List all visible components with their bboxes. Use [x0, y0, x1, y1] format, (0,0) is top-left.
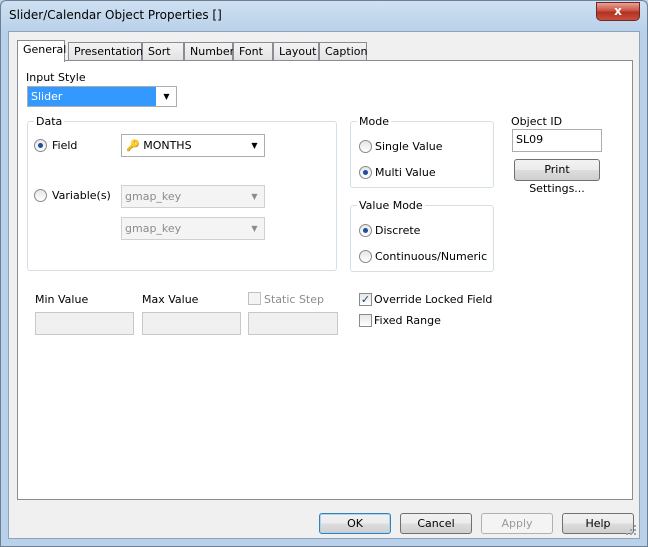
- single-value-label: Single Value: [375, 140, 443, 153]
- tab-layout[interactable]: Layout: [273, 42, 319, 61]
- chevron-down-icon: ▼: [163, 92, 170, 101]
- single-value-radio[interactable]: [359, 140, 372, 153]
- input-style-select[interactable]: Slider ▼: [27, 86, 177, 107]
- field-value: MONTHS: [143, 139, 192, 152]
- resize-grip-icon[interactable]: [625, 524, 637, 536]
- tab-number[interactable]: Number: [184, 42, 234, 61]
- input-style-value: Slider: [28, 87, 156, 106]
- variable2-select[interactable]: gmap_key ▼: [121, 217, 265, 240]
- static-step-label: Static Step: [264, 293, 324, 306]
- static-step-checkbox[interactable]: [248, 292, 261, 305]
- cancel-button[interactable]: Cancel: [400, 513, 472, 534]
- close-icon: x: [614, 4, 622, 18]
- discrete-radio[interactable]: [359, 224, 372, 237]
- fixed-range-checkbox[interactable]: [359, 314, 372, 327]
- tab-presentation[interactable]: Presentation: [68, 42, 143, 61]
- tab-sort[interactable]: Sort: [142, 42, 184, 61]
- multi-value-radio[interactable]: [359, 166, 372, 179]
- tab-general[interactable]: General: [17, 40, 66, 62]
- tab-font[interactable]: Font: [233, 42, 273, 61]
- window-title: Slider/Calendar Object Properties []: [9, 8, 222, 22]
- override-locked-field-label: Override Locked Field: [374, 293, 493, 306]
- fixed-range-label: Fixed Range: [374, 314, 441, 327]
- min-value-label: Min Value: [35, 293, 89, 306]
- continuous-numeric-radio[interactable]: [359, 250, 372, 263]
- chevron-down-icon: ▼: [251, 141, 258, 150]
- object-id-value: SL09: [516, 133, 544, 146]
- max-value-label: Max Value: [142, 293, 199, 306]
- value-mode-group-title: Value Mode: [357, 199, 425, 212]
- general-tab-panel: Input Style Slider ▼ Data Field 🔑 MONTHS…: [17, 60, 633, 500]
- variable1-select[interactable]: gmap_key ▼: [121, 185, 265, 208]
- discrete-label: Discrete: [375, 224, 421, 237]
- field-label: Field: [52, 139, 78, 152]
- key-icon: 🔑: [126, 139, 140, 152]
- multi-value-label: Multi Value: [375, 166, 436, 179]
- value-mode-group: Value Mode Discrete Continuous/Numeric: [350, 199, 494, 272]
- variables-radio[interactable]: [34, 189, 47, 202]
- static-step-input[interactable]: [248, 312, 338, 335]
- object-id-label: Object ID: [511, 115, 563, 128]
- dialog-window: Slider/Calendar Object Properties [] x G…: [0, 0, 648, 547]
- close-button[interactable]: x: [596, 2, 640, 21]
- field-radio[interactable]: [34, 139, 47, 152]
- tab-caption[interactable]: Caption: [319, 42, 367, 61]
- help-button[interactable]: Help: [562, 513, 634, 534]
- continuous-numeric-label: Continuous/Numeric: [375, 250, 488, 263]
- object-id-input[interactable]: SL09: [512, 129, 602, 152]
- field-select[interactable]: 🔑 MONTHS ▼: [121, 134, 265, 157]
- min-value-input[interactable]: [35, 312, 134, 335]
- chevron-down-icon: ▼: [251, 192, 258, 201]
- data-group-title: Data: [34, 115, 65, 128]
- max-value-input[interactable]: [142, 312, 241, 335]
- print-settings-button[interactable]: Print Settings...: [514, 159, 600, 195]
- title-bar: Slider/Calendar Object Properties [] x: [1, 1, 647, 29]
- override-locked-field-checkbox[interactable]: ✓: [359, 293, 372, 306]
- chevron-down-icon: ▼: [251, 224, 258, 233]
- mode-group: Mode Single Value Multi Value: [350, 115, 494, 188]
- variables-label: Variable(s): [52, 189, 111, 202]
- data-group: Data Field 🔑 MONTHS ▼ Variable(s) gmap_k…: [27, 115, 337, 271]
- apply-button[interactable]: Apply: [481, 513, 553, 534]
- mode-group-title: Mode: [357, 115, 391, 128]
- ok-button[interactable]: OK: [319, 513, 391, 534]
- dialog-client: General Presentation Sort Number Font La…: [8, 31, 640, 539]
- input-style-label: Input Style: [26, 71, 86, 84]
- variable1-value: gmap_key: [125, 190, 182, 203]
- variable2-value: gmap_key: [125, 222, 182, 235]
